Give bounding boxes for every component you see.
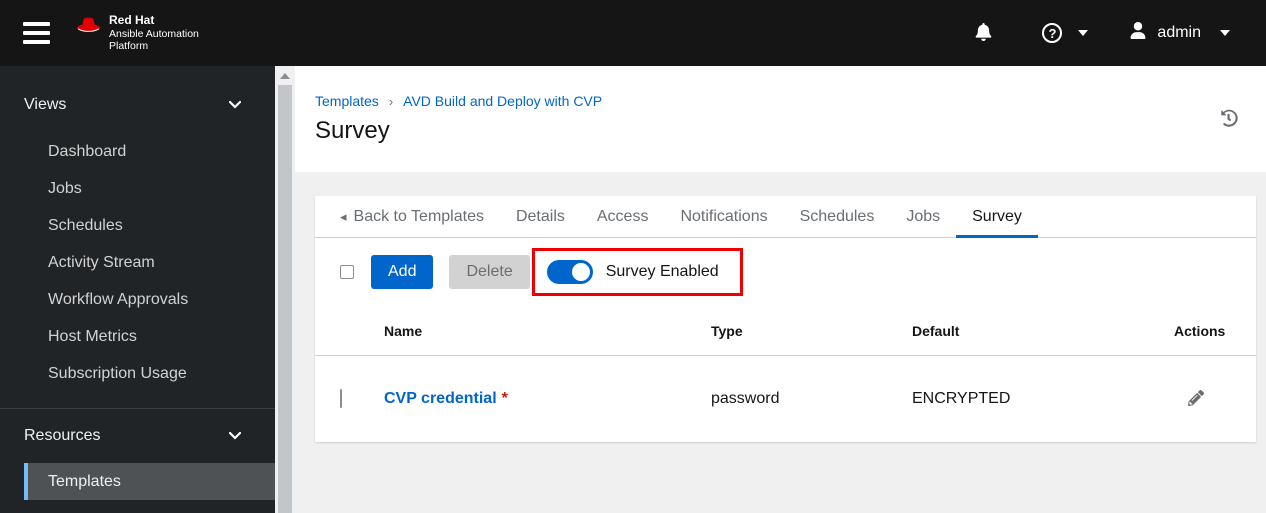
- edit-question-button[interactable]: [1188, 389, 1206, 409]
- survey-question-link[interactable]: CVP credential: [384, 390, 497, 407]
- tab-label: Access: [596, 207, 649, 225]
- chevron-down-icon: [1220, 30, 1230, 36]
- tab-notifications[interactable]: Notifications: [664, 196, 783, 237]
- chevron-down-icon: [1078, 30, 1089, 36]
- table-row: CVP credential * password ENCRYPTED: [315, 356, 1256, 442]
- sidebar-item-label: Host Metrics: [48, 327, 137, 345]
- toggle-knob: [571, 263, 590, 281]
- sidebar-item-host-metrics[interactable]: Host Metrics: [0, 318, 275, 355]
- red-hat-fedora-icon: [76, 13, 101, 33]
- caret-left-icon: ◂: [340, 208, 347, 224]
- pencil-icon: [1188, 389, 1204, 409]
- brand-product-line2: Platform: [109, 40, 149, 53]
- sidebar-item-activity-stream[interactable]: Activity Stream: [0, 244, 275, 281]
- nav-toggle-hamburger-icon[interactable]: [23, 22, 50, 44]
- sidebar-item-subscription-usage[interactable]: Subscription Usage: [0, 355, 275, 392]
- sidebar-item-label: Templates: [48, 472, 121, 490]
- tab-label: Notifications: [680, 207, 768, 225]
- chevron-down-icon: [229, 101, 241, 109]
- tab-label: Schedules: [799, 207, 875, 225]
- username-label: admin: [1157, 24, 1201, 41]
- tab-details[interactable]: Details: [500, 196, 581, 237]
- sidebar-section-label: Views: [24, 96, 67, 113]
- survey-toolbar: Add Delete Survey Enabled: [315, 238, 1256, 306]
- survey-enabled-label: Survey Enabled: [605, 263, 719, 280]
- user-menu-button[interactable]: admin: [1130, 22, 1230, 44]
- history-icon: [1220, 109, 1238, 130]
- column-header-actions: Actions: [1174, 322, 1226, 339]
- annotation-highlight-box: Survey Enabled: [531, 248, 743, 296]
- tab-back-to-templates[interactable]: ◂ Back to Templates: [324, 196, 500, 237]
- required-marker: *: [501, 390, 508, 407]
- tab-survey[interactable]: Survey: [956, 196, 1038, 238]
- tab-bar: ◂ Back to Templates Details Access Notif…: [315, 196, 1256, 238]
- tab-label: Jobs: [906, 207, 941, 225]
- tab-access[interactable]: Access: [581, 196, 665, 237]
- column-header-name: Name: [384, 322, 423, 339]
- tab-label: Back to Templates: [353, 207, 484, 225]
- survey-table-header: Name Type Default Actions: [315, 306, 1256, 356]
- column-header-type: Type: [711, 322, 743, 339]
- brand-name: Red Hat: [109, 13, 155, 28]
- sidebar-divider: [0, 408, 275, 409]
- page-title: Survey: [315, 117, 390, 144]
- page-header: Templates › AVD Build and Deploy with CV…: [295, 66, 1266, 172]
- tab-label: Details: [515, 207, 565, 225]
- tab-label: Survey: [972, 207, 1022, 225]
- breadcrumb: Templates › AVD Build and Deploy with CV…: [315, 93, 1266, 109]
- sidebar-section-label: Resources: [24, 427, 101, 444]
- sidebar-item-templates[interactable]: Templates: [24, 463, 275, 500]
- angle-right-icon: ›: [388, 93, 394, 109]
- notifications-button[interactable]: [975, 22, 992, 44]
- row-type-value: password: [711, 390, 780, 407]
- breadcrumb-link-templates[interactable]: Templates: [315, 93, 379, 109]
- sidebar-item-workflow-approvals[interactable]: Workflow Approvals: [0, 281, 275, 318]
- sidebar-item-schedules[interactable]: Schedules: [0, 207, 275, 244]
- row-default-value: ENCRYPTED: [912, 390, 1011, 407]
- column-header-default: Default: [912, 322, 960, 339]
- scrollbar-up-arrow[interactable]: [280, 73, 290, 79]
- survey-card: ◂ Back to Templates Details Access Notif…: [315, 196, 1256, 442]
- breadcrumb-link-template-name[interactable]: AVD Build and Deploy with CVP: [403, 93, 602, 109]
- help-menu-button[interactable]: ?: [1042, 23, 1089, 43]
- chevron-down-icon: [229, 432, 241, 440]
- sidebar-item-label: Jobs: [48, 179, 82, 197]
- bell-icon: [975, 22, 992, 44]
- sidebar-section-resources[interactable]: Resources: [0, 427, 275, 445]
- sidebar-item-dashboard[interactable]: Dashboard: [0, 133, 275, 170]
- row-checkbox[interactable]: [340, 389, 342, 408]
- select-all-checkbox[interactable]: [340, 265, 354, 279]
- sidebar-item-label: Subscription Usage: [48, 364, 187, 382]
- question-circle-icon: ?: [1042, 23, 1063, 43]
- history-button[interactable]: [1220, 109, 1240, 130]
- scrollbar: [275, 66, 295, 513]
- main-content: Templates › AVD Build and Deploy with CV…: [295, 66, 1266, 513]
- sidebar-item-label: Dashboard: [48, 142, 127, 160]
- sidebar-item-label: Activity Stream: [48, 253, 155, 271]
- sidebar-nav: Views Dashboard Jobs Schedules Activity …: [0, 66, 275, 513]
- brand-logo: Red Hat Ansible Automation Platform: [76, 13, 199, 53]
- sidebar-item-label: Workflow Approvals: [48, 290, 189, 308]
- brand-product-line: Ansible Automation: [109, 27, 199, 40]
- scrollbar-thumb[interactable]: [278, 85, 292, 513]
- delete-button[interactable]: Delete: [449, 255, 530, 289]
- tab-jobs[interactable]: Jobs: [890, 196, 956, 237]
- add-button[interactable]: Add: [371, 255, 434, 289]
- sidebar-item-label: Schedules: [48, 216, 123, 234]
- sidebar-item-jobs[interactable]: Jobs: [0, 170, 275, 207]
- user-icon: [1130, 22, 1146, 44]
- survey-enabled-toggle[interactable]: [546, 260, 593, 284]
- tab-schedules[interactable]: Schedules: [784, 196, 891, 237]
- sidebar-section-views[interactable]: Views: [0, 96, 275, 114]
- masthead: Red Hat Ansible Automation Platform ? ad…: [0, 0, 1266, 66]
